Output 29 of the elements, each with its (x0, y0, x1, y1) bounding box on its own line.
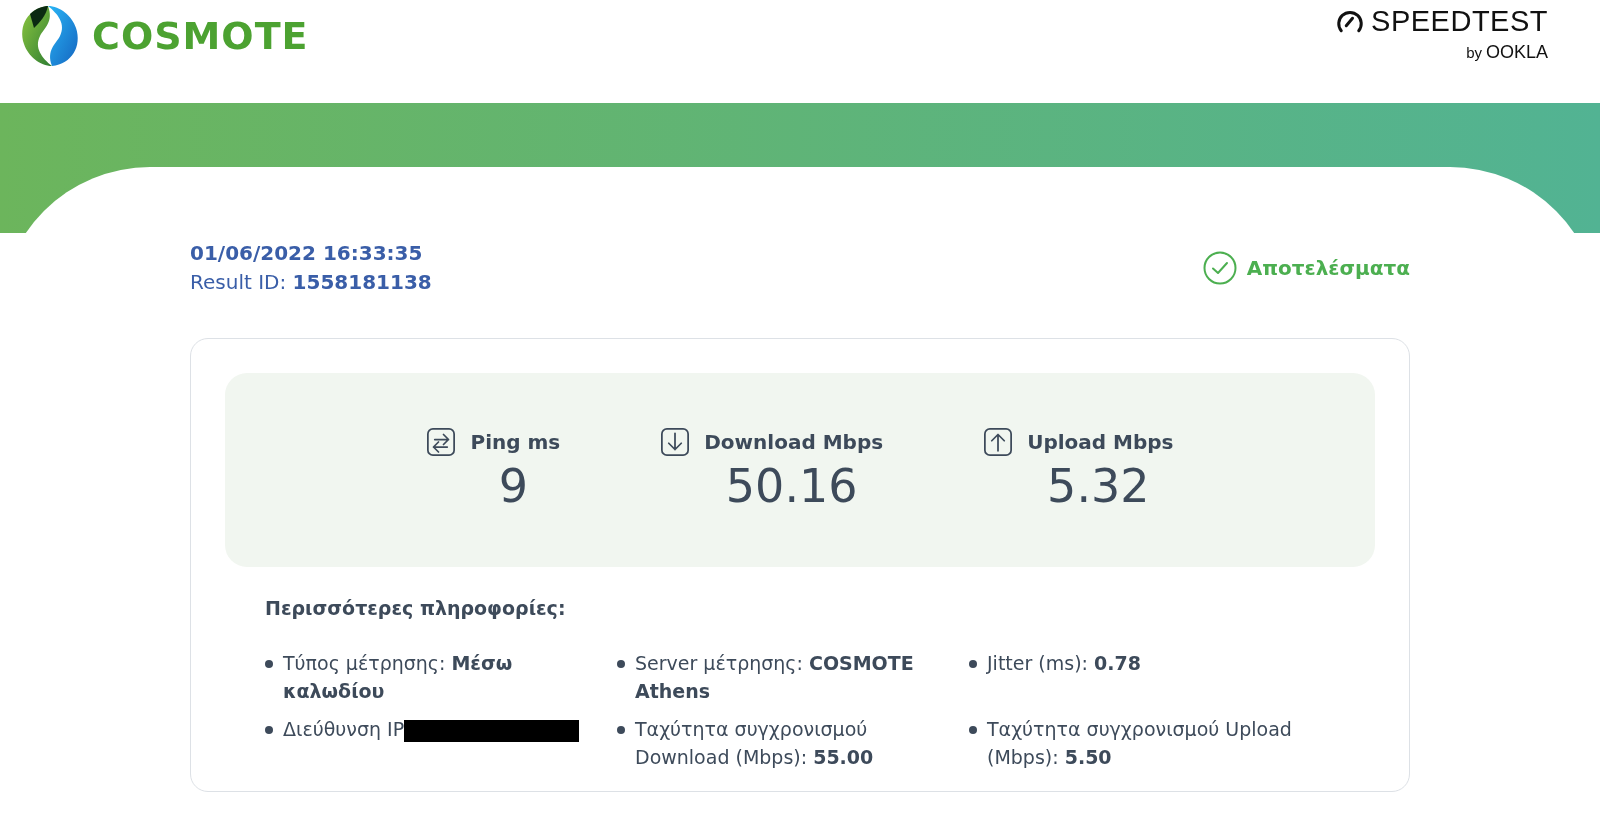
metric-label: Upload Mbps (1027, 430, 1174, 454)
bullet-icon (617, 660, 625, 668)
bullet-icon (617, 726, 625, 734)
metric-label: Ping ms (470, 430, 561, 454)
partner-logo-text: SPEEDTEST (1371, 5, 1548, 38)
test-datetime: 01/06/2022 16:33:35 (190, 240, 424, 267)
by-label: by (1466, 44, 1482, 61)
detail-text: Ταχύτητα συγχρονισμού Upload (Mbps): 5.50 (987, 718, 1292, 768)
bullet-icon (265, 726, 273, 734)
metric-value: 5.32 (1047, 459, 1150, 513)
metric-value: 9 (498, 459, 528, 513)
bullet-icon (969, 726, 977, 734)
company-logo-text: OOKLA (1485, 42, 1548, 63)
details-heading: Περισσότερες πληροφορίες: (265, 597, 567, 619)
detail-text: Server μέτρησης: COSMOTE Athens (635, 652, 914, 702)
bullet-icon (969, 660, 977, 668)
result-id-label: Result ID: (190, 270, 287, 294)
check-circle-icon (1202, 251, 1237, 285)
detail-text: Διεύθυνση IP (283, 718, 405, 740)
brand-logo-text: COSMOTE (92, 14, 309, 58)
metric-label: Download Mbps (704, 430, 884, 454)
bullet-icon (265, 660, 273, 668)
detail-text: Ταχύτητα συγχρονισμού Download (Mbps): 55.00 (635, 718, 874, 768)
detail-text: Jitter (ms): 0.78 (987, 652, 1141, 674)
results-label: Αποτελέσματα (1246, 256, 1410, 280)
result-id-value: 1558181138 (292, 270, 432, 294)
arrows-swap-icon (426, 427, 457, 457)
metric-value: 50.16 (725, 459, 858, 513)
detail-text: Τύπος μέτρησης: Μέσω καλωδίου (283, 652, 513, 702)
